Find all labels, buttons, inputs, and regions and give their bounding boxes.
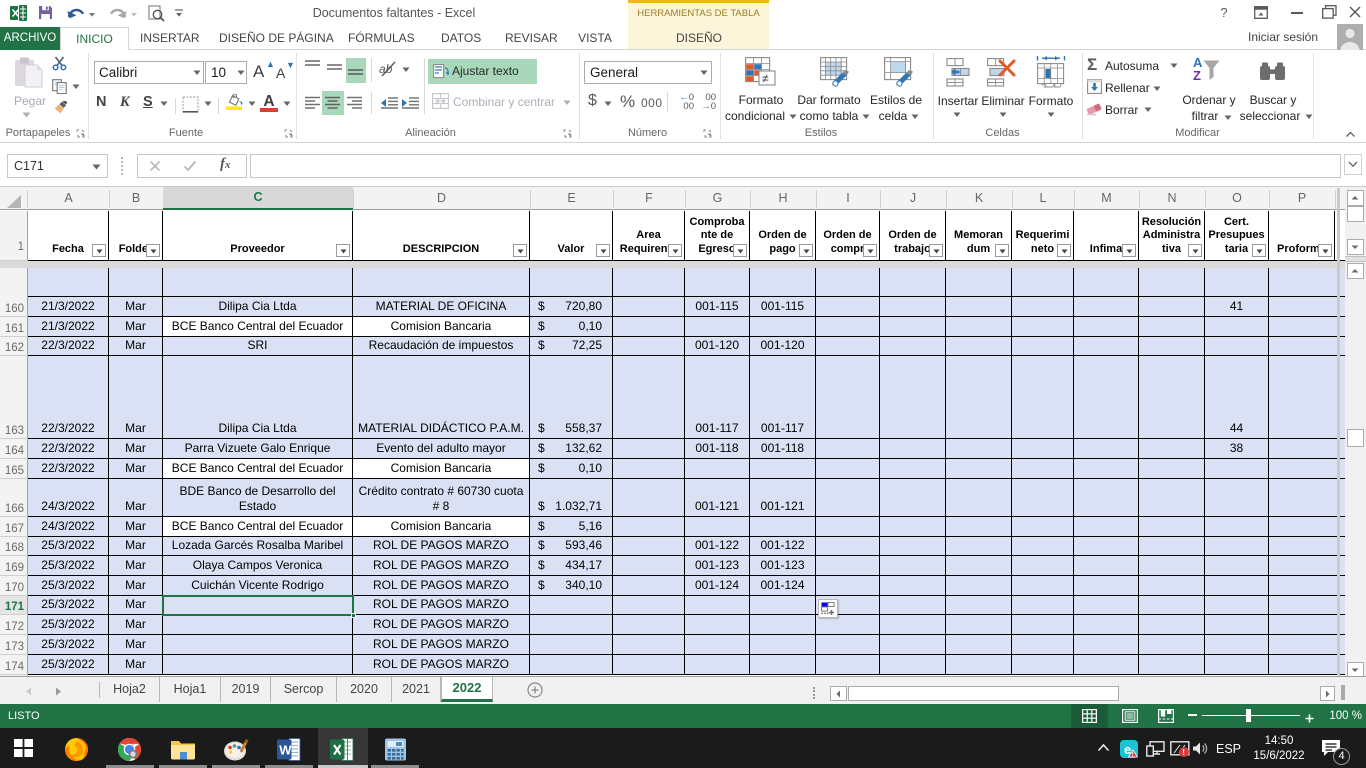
svg-text:ab: ab <box>379 62 393 76</box>
svg-text:W: W <box>279 743 292 758</box>
svg-text:≠: ≠ <box>762 72 769 86</box>
svg-text:!: ! <box>1182 748 1185 757</box>
svg-text:!: ! <box>1132 753 1134 758</box>
